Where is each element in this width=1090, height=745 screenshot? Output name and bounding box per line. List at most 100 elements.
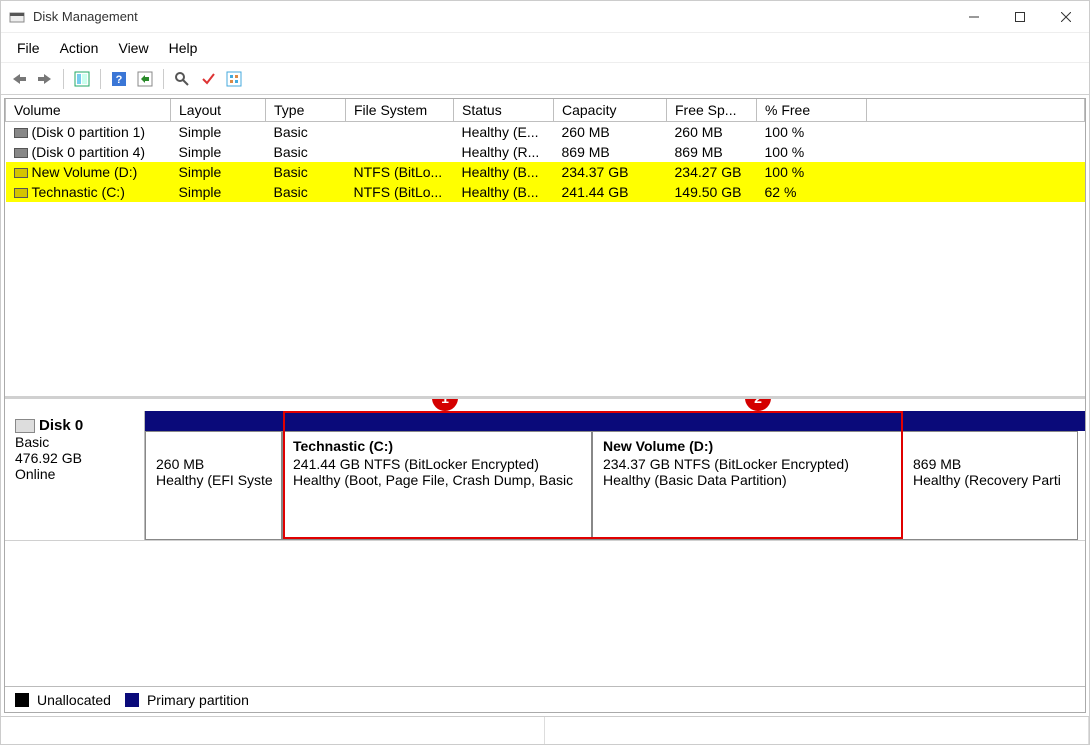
partition-block[interactable]: Technastic (C:)241.44 GB NTFS (BitLocker…: [282, 431, 592, 540]
col-type[interactable]: Type: [266, 99, 346, 122]
cell-capacity: 234.37 GB: [554, 162, 667, 182]
nav-forward-button[interactable]: [33, 67, 57, 91]
col-volume[interactable]: Volume: [6, 99, 171, 122]
graphical-empty-space: [5, 541, 1085, 686]
annotation-badge-1: 1: [432, 399, 458, 411]
close-button[interactable]: [1043, 1, 1089, 32]
partition-block[interactable]: New Volume (D:) 234.37 GB NTFS (BitLocker…: [592, 431, 902, 540]
partition-size: 260 MB: [156, 456, 271, 472]
disk-row: Disk 0 Basic 476.92 GB Online 260 MBHeal…: [5, 411, 1085, 541]
cell-pct: 62 %: [757, 182, 867, 202]
disk-type: Basic: [15, 434, 134, 450]
cell-status: Healthy (R...: [454, 142, 554, 162]
cell-free: 869 MB: [667, 142, 757, 162]
disk-status: Online: [15, 466, 134, 482]
partition-title: New Volume (D:): [603, 438, 891, 454]
menu-bar: File Action View Help: [1, 33, 1089, 63]
legend-swatch-unallocated: [15, 693, 29, 707]
cell-fs: NTFS (BitLo...: [346, 162, 454, 182]
partition-size: 869 MB: [913, 456, 1067, 472]
cell-pct: 100 %: [757, 142, 867, 162]
volume-icon: [14, 148, 28, 158]
content-area: Volume Layout Type File System Status Ca…: [4, 98, 1086, 713]
toolbar-separator: [163, 69, 164, 89]
cell-layout: Simple: [171, 122, 266, 143]
window-titlebar[interactable]: Disk Management: [1, 1, 1089, 33]
legend-swatch-primary: [125, 693, 139, 707]
partition-status: Healthy (Recovery Parti: [913, 472, 1067, 488]
cell-fs: NTFS (BitLo...: [346, 182, 454, 202]
menu-action[interactable]: Action: [50, 36, 109, 60]
cell-type: Basic: [266, 142, 346, 162]
settings-button[interactable]: [222, 67, 246, 91]
window-title: Disk Management: [33, 9, 951, 24]
cell-free: 260 MB: [667, 122, 757, 143]
toolbar-separator: [63, 69, 64, 89]
legend-bar: Unallocated Primary partition: [5, 686, 1085, 712]
window-controls: [951, 1, 1089, 32]
volume-name: (Disk 0 partition 1): [32, 124, 146, 140]
toolbar-separator: [100, 69, 101, 89]
svg-text:?: ?: [116, 74, 123, 86]
cell-layout: Simple: [171, 162, 266, 182]
cell-capacity: 260 MB: [554, 122, 667, 143]
status-bar: [1, 716, 1089, 744]
table-row[interactable]: New Volume (D:)SimpleBasicNTFS (BitLo...…: [6, 162, 1085, 182]
col-status[interactable]: Status: [454, 99, 554, 122]
help-button[interactable]: ?: [107, 67, 131, 91]
partition-container: 260 MBHealthy (EFI SysteTechnastic (C:)2…: [145, 411, 1085, 540]
column-header-row: Volume Layout Type File System Status Ca…: [6, 99, 1085, 122]
volume-icon: [14, 128, 28, 138]
partition-status: Healthy (Basic Data Partition): [603, 472, 891, 488]
cell-fs: [346, 142, 454, 162]
partition-block[interactable]: 869 MBHealthy (Recovery Parti: [902, 431, 1078, 540]
status-cell: [545, 717, 1089, 744]
partition-size: 241.44 GB NTFS (BitLocker Encrypted): [293, 456, 581, 472]
disk-info-panel[interactable]: Disk 0 Basic 476.92 GB Online: [5, 411, 145, 540]
cell-pct: 100 %: [757, 122, 867, 143]
cell-pct: 100 %: [757, 162, 867, 182]
minimize-button[interactable]: [951, 1, 997, 32]
graphical-view-pane: 1 2 Disk 0 Basic 476.92 GB Online 260 MB…: [5, 399, 1085, 712]
cell-capacity: 241.44 GB: [554, 182, 667, 202]
cell-type: Basic: [266, 122, 346, 143]
table-row[interactable]: (Disk 0 partition 4) SimpleBasic Healthy (…: [6, 142, 1085, 162]
partition-status: Healthy (Boot, Page File, Crash Dump, Ba…: [293, 472, 581, 488]
volume-name: (Disk 0 partition 4): [32, 144, 146, 160]
disk-label: Disk 0: [39, 417, 83, 434]
cell-status: Healthy (B...: [454, 182, 554, 202]
legend-primary: Primary partition: [147, 692, 249, 708]
col-pctfree[interactable]: % Free: [757, 99, 867, 122]
volume-table: Volume Layout Type File System Status Ca…: [5, 99, 1085, 202]
cell-layout: Simple: [171, 142, 266, 162]
volume-list-pane: Volume Layout Type File System Status Ca…: [5, 99, 1085, 399]
menu-view[interactable]: View: [108, 36, 158, 60]
table-row[interactable]: (Disk 0 partition 1) SimpleBasic Healthy (…: [6, 122, 1085, 143]
col-layout[interactable]: Layout: [171, 99, 266, 122]
cell-type: Basic: [266, 182, 346, 202]
cell-fs: [346, 122, 454, 143]
cell-capacity: 869 MB: [554, 142, 667, 162]
menu-help[interactable]: Help: [159, 36, 208, 60]
cell-layout: Simple: [171, 182, 266, 202]
cell-status: Healthy (E...: [454, 122, 554, 143]
commit-button[interactable]: [196, 67, 220, 91]
refresh-button[interactable]: [133, 67, 157, 91]
disk-management-window: Disk Management File Action View Help ?: [0, 0, 1090, 745]
col-freespace[interactable]: Free Sp...: [667, 99, 757, 122]
partition-block[interactable]: 260 MBHealthy (EFI Syste: [145, 431, 282, 540]
show-hide-tree-button[interactable]: [70, 67, 94, 91]
maximize-button[interactable]: [997, 1, 1043, 32]
rescan-disks-button[interactable]: [170, 67, 194, 91]
menu-file[interactable]: File: [7, 36, 50, 60]
col-spacer: [867, 99, 1085, 122]
nav-back-button[interactable]: [7, 67, 31, 91]
disk-size: 476.92 GB: [15, 450, 134, 466]
volume-icon: [14, 168, 28, 178]
volume-icon: [14, 188, 28, 198]
table-row[interactable]: Technastic (C:)SimpleBasicNTFS (BitLo...…: [6, 182, 1085, 202]
partition-size: 234.37 GB NTFS (BitLocker Encrypted): [603, 456, 891, 472]
col-capacity[interactable]: Capacity: [554, 99, 667, 122]
partition-status: Healthy (EFI Syste: [156, 472, 271, 488]
col-filesystem[interactable]: File System: [346, 99, 454, 122]
